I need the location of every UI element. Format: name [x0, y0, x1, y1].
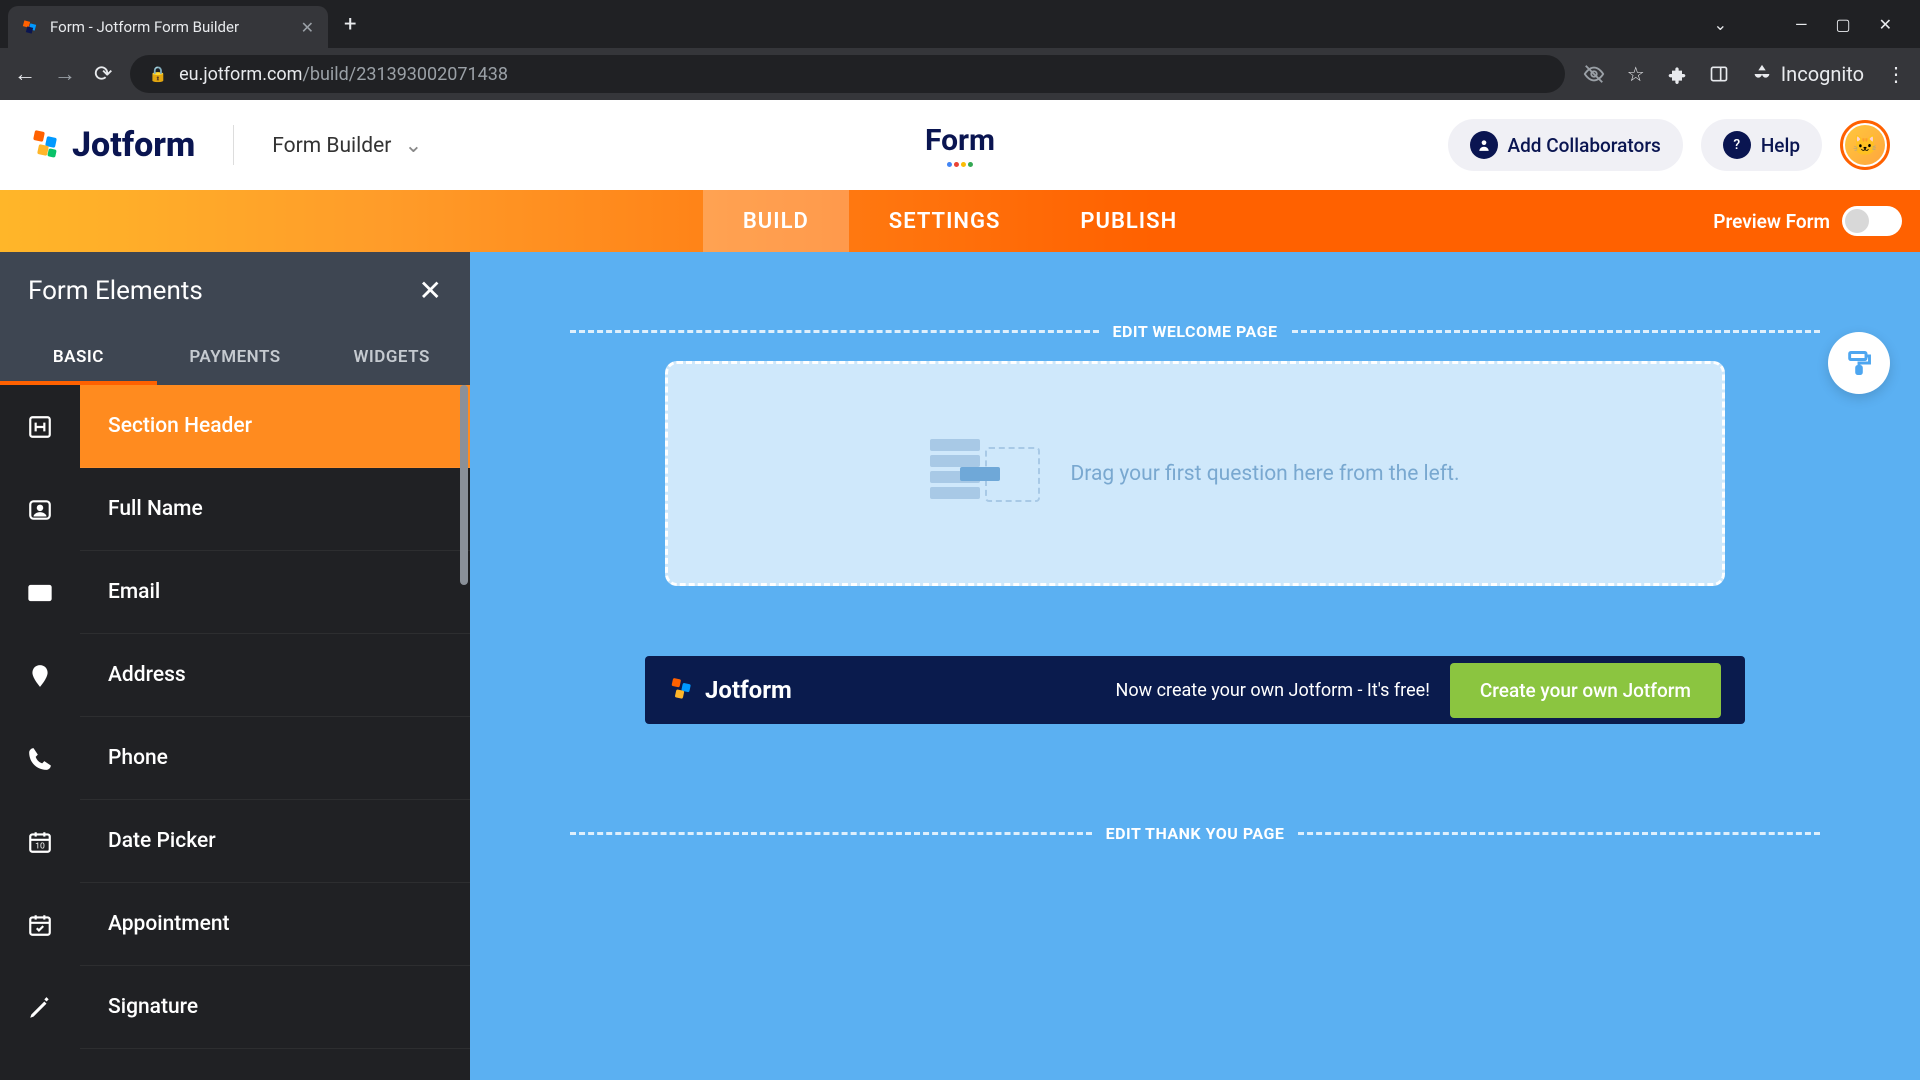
promo-logo: Jotform — [669, 676, 792, 704]
extensions-icon[interactable] — [1667, 64, 1687, 84]
favicon-icon — [22, 18, 40, 36]
promo-banner: Jotform Now create your own Jotform - It… — [645, 656, 1745, 724]
minimize-button[interactable]: — — [1795, 15, 1808, 34]
form-designer-fab[interactable] — [1828, 332, 1890, 394]
jotform-logo[interactable]: Jotform — [30, 125, 195, 165]
reload-button[interactable]: ⟳ — [94, 62, 112, 87]
calendar-icon: 10 — [0, 800, 80, 883]
preview-form-label: Preview Form — [1713, 210, 1830, 233]
header-right: Add Collaborators ? Help 🐱 — [1448, 119, 1891, 171]
heading-icon — [0, 385, 80, 468]
element-signature[interactable]: Signature — [0, 966, 470, 1049]
url-text: eu.jotform.com/build/231393002071438 — [179, 64, 508, 85]
element-section-header[interactable]: Section Header — [0, 385, 470, 468]
sidebar-tab-payments[interactable]: PAYMENTS — [157, 329, 314, 385]
menu-icon[interactable]: ⋮ — [1886, 62, 1906, 86]
person-card-icon — [0, 468, 80, 551]
avatar-icon: 🐱 — [1845, 125, 1885, 165]
person-icon — [1470, 131, 1498, 159]
element-email[interactable]: Email — [0, 551, 470, 634]
window-close-button[interactable]: ✕ — [1879, 15, 1892, 34]
element-date-picker[interactable]: 10 Date Picker — [0, 800, 470, 883]
tab-settings[interactable]: SETTINGS — [849, 190, 1041, 252]
tab-bar: Form - Jotform Form Builder ✕ + ⌄ — ▢ ✕ — [0, 0, 1920, 48]
lock-icon: 🔒 — [148, 65, 167, 83]
thankyou-page-divider[interactable]: EDIT THANK YOU PAGE — [570, 824, 1820, 843]
paint-roller-icon — [1845, 349, 1873, 377]
user-avatar[interactable]: 🐱 — [1840, 120, 1890, 170]
side-panel-icon[interactable] — [1709, 64, 1729, 84]
location-pin-icon — [0, 634, 80, 717]
maximize-button[interactable]: ▢ — [1835, 15, 1850, 34]
close-sidebar-button[interactable]: ✕ — [419, 274, 442, 307]
window-controls: ⌄ — ▢ ✕ — [1714, 15, 1912, 34]
element-full-name[interactable]: Full Name — [0, 468, 470, 551]
header-divider — [233, 125, 234, 165]
forward-button[interactable]: → — [54, 61, 76, 87]
sidebar-tabs: BASIC PAYMENTS WIDGETS — [0, 329, 470, 385]
tab-build[interactable]: BUILD — [703, 190, 849, 252]
promo-text: Now create your own Jotform - It's free! — [1116, 680, 1430, 701]
eye-off-icon[interactable] — [1583, 63, 1605, 85]
workspace: Form Elements ✕ BASIC PAYMENTS WIDGETS S… — [0, 252, 1920, 1080]
preview-form-toggle[interactable] — [1842, 206, 1902, 236]
loading-dots-icon — [925, 162, 995, 167]
app-header: Jotform Form Builder ⌄ Form Add Collabor… — [0, 100, 1920, 190]
form-builder-dropdown[interactable]: Form Builder ⌄ — [272, 133, 422, 158]
incognito-icon — [1751, 63, 1773, 85]
browser-tab[interactable]: Form - Jotform Form Builder ✕ — [8, 6, 328, 48]
tab-publish[interactable]: PUBLISH — [1040, 190, 1217, 252]
envelope-icon — [0, 551, 80, 634]
jotform-logo-icon — [30, 129, 62, 161]
preview-form-toggle-area: Preview Form — [1713, 206, 1902, 236]
chevron-down-icon: ⌄ — [405, 134, 423, 158]
url-input[interactable]: 🔒 eu.jotform.com/build/231393002071438 — [130, 55, 1564, 93]
help-button[interactable]: ? Help — [1701, 119, 1822, 171]
header-center: Form — [925, 123, 995, 167]
address-bar: ← → ⟳ 🔒 eu.jotform.com/build/23139300207… — [0, 48, 1920, 100]
sidebar-tab-widgets[interactable]: WIDGETS — [313, 329, 470, 385]
form-elements-sidebar: Form Elements ✕ BASIC PAYMENTS WIDGETS S… — [0, 252, 470, 1080]
logo-area: Jotform Form Builder ⌄ — [30, 125, 422, 165]
form-title[interactable]: Form — [925, 123, 995, 158]
back-button[interactable]: ← — [14, 61, 36, 87]
browser-chrome: Form - Jotform Form Builder ✕ + ⌄ — ▢ ✕ … — [0, 0, 1920, 100]
sidebar-tab-basic[interactable]: BASIC — [0, 329, 157, 385]
svg-text:10: 10 — [35, 841, 45, 851]
incognito-badge[interactable]: Incognito — [1751, 62, 1864, 86]
element-phone[interactable]: Phone — [0, 717, 470, 800]
question-icon: ? — [1723, 131, 1751, 159]
main-tabs: BUILD SETTINGS PUBLISH Preview Form — [0, 190, 1920, 252]
add-collaborators-button[interactable]: Add Collaborators — [1448, 119, 1683, 171]
phone-icon — [0, 717, 80, 800]
close-tab-icon[interactable]: ✕ — [301, 18, 314, 37]
new-tab-button[interactable]: + — [344, 12, 356, 37]
drop-hint-text: Drag your first question here from the l… — [1070, 462, 1459, 486]
sidebar-header: Form Elements ✕ — [0, 252, 470, 329]
form-drop-zone[interactable]: Drag your first question here from the l… — [665, 361, 1725, 586]
drag-illustration-icon — [930, 439, 1040, 509]
create-jotform-button[interactable]: Create your own Jotform — [1450, 663, 1721, 718]
bookmark-star-icon[interactable]: ☆ — [1627, 62, 1645, 86]
element-appointment[interactable]: Appointment — [0, 883, 470, 966]
toggle-knob — [1845, 209, 1869, 233]
scrollbar[interactable] — [460, 385, 468, 585]
form-canvas: EDIT WELCOME PAGE Drag your first questi… — [470, 252, 1920, 1080]
address-bar-icons: ☆ Incognito ⋮ — [1583, 62, 1906, 86]
welcome-page-divider[interactable]: EDIT WELCOME PAGE — [570, 322, 1820, 341]
calendar-check-icon — [0, 883, 80, 966]
pen-icon — [0, 966, 80, 1049]
tabs-dropdown-icon[interactable]: ⌄ — [1714, 15, 1727, 34]
tab-title: Form - Jotform Form Builder — [50, 18, 291, 36]
sidebar-title: Form Elements — [28, 276, 203, 306]
element-address[interactable]: Address — [0, 634, 470, 717]
elements-list[interactable]: Section Header Full Name Email Address — [0, 385, 470, 1080]
jotform-logo-icon — [669, 677, 695, 703]
